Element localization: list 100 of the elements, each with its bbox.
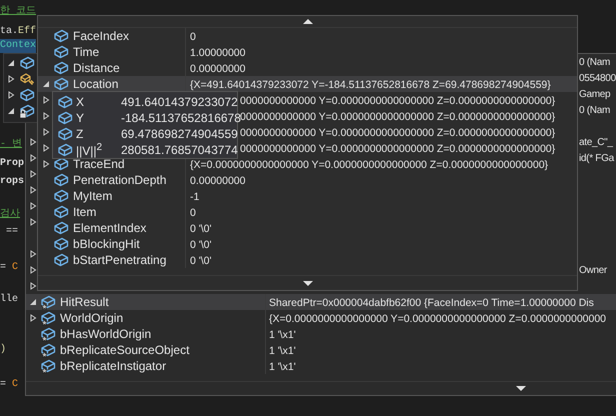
cube-icon bbox=[19, 55, 35, 71]
cube-icon bbox=[53, 44, 69, 60]
collapsed-icon[interactable] bbox=[29, 314, 37, 322]
value-text: id(* FGa bbox=[579, 152, 616, 164]
value-text: Owner bbox=[579, 264, 608, 276]
variable-row[interactable]: Time 1.00000000 bbox=[38, 44, 577, 60]
code-line: 한 코드 bbox=[0, 5, 36, 19]
variable-name: WorldOrigin bbox=[59, 311, 124, 325]
collapsed-icon[interactable] bbox=[42, 144, 50, 152]
variable-value: 0000000000000 Y=0.0000000000000000 Z=0.0000000000000000} bbox=[240, 143, 556, 155]
variable-name: ElementIndex bbox=[72, 221, 146, 235]
variable-row[interactable]: bStartPenetrating 0 '\0' bbox=[38, 252, 577, 268]
variable-row[interactable]: bReplicateInstigator 1 '\x1' bbox=[26, 358, 616, 374]
variable-value: 69.478698274904559 bbox=[121, 127, 238, 141]
cube-icon bbox=[53, 76, 69, 92]
code-line: = C bbox=[0, 261, 18, 275]
variable-row[interactable]: WorldOrigin {X=0.0000000000000000 Y=0.0000000000000000 Z=0.0000000000000 bbox=[26, 310, 616, 326]
code-line: - 변 bbox=[0, 138, 22, 152]
collapsed-icon[interactable] bbox=[29, 282, 37, 290]
variable-name: bStartPenetrating bbox=[72, 253, 166, 267]
cube-icon bbox=[53, 236, 69, 252]
cube-icon bbox=[19, 87, 35, 103]
collapsed-icon[interactable] bbox=[42, 96, 50, 104]
variable-name: Y bbox=[75, 111, 86, 125]
variable-value: 0 '\0' bbox=[190, 239, 212, 251]
variable-value: 1 '\x1' bbox=[269, 361, 296, 373]
variable-row[interactable]: bHasWorldOrigin 1 '\x1' bbox=[26, 326, 616, 342]
value-text: 0 (Nam bbox=[579, 56, 611, 68]
cube-icon bbox=[57, 110, 73, 126]
value-text: Gamep bbox=[579, 88, 612, 100]
code-line: rops bbox=[0, 175, 24, 189]
variable-value: 1 '\x1' bbox=[269, 329, 296, 341]
expanded-icon[interactable] bbox=[29, 298, 37, 306]
variable-value: 1 '\x1' bbox=[269, 345, 296, 357]
variable-name: HitResult bbox=[59, 295, 109, 309]
scroll-up-icon[interactable] bbox=[302, 18, 314, 25]
variable-row[interactable]: FaceIndex 0 bbox=[38, 28, 577, 44]
cube-lock-icon bbox=[19, 103, 35, 119]
variable-name: Item bbox=[72, 205, 96, 219]
scroll-down-icon[interactable] bbox=[302, 280, 314, 286]
cube-star-icon bbox=[40, 294, 56, 310]
collapsed-icon[interactable] bbox=[42, 160, 50, 168]
variable-row[interactable]: MyItem -1 bbox=[38, 188, 577, 204]
variable-value: 0 '\0' bbox=[190, 255, 212, 267]
cube-star-icon bbox=[40, 358, 56, 374]
value-text: 0 (Nam bbox=[579, 104, 611, 116]
variable-row[interactable]: bReplicateSourceObject 1 '\x1' bbox=[26, 342, 616, 358]
variable-row[interactable]: bBlockingHit 0 '\0' bbox=[38, 236, 577, 252]
collapsed-icon[interactable] bbox=[7, 91, 15, 99]
expanded-icon[interactable] bbox=[7, 59, 15, 67]
variable-name: TraceEnd bbox=[72, 157, 125, 171]
variable-name: FaceIndex bbox=[72, 29, 130, 43]
variable-value: 0000000000000 Y=0.0000000000000000 Z=0.0000000000000000} bbox=[240, 111, 556, 123]
collapsed-icon[interactable] bbox=[29, 218, 37, 226]
variable-value: 491.64014379233072 bbox=[121, 95, 238, 109]
code-line: ta.Eff bbox=[0, 25, 36, 39]
variable-name: Z bbox=[75, 127, 84, 141]
expanded-icon[interactable] bbox=[42, 80, 50, 88]
code-line: ) bbox=[0, 343, 6, 357]
cube-icon bbox=[57, 142, 73, 158]
variable-row[interactable]: ElementIndex 0 '\0' bbox=[38, 220, 577, 236]
collapsed-icon[interactable] bbox=[7, 75, 15, 83]
collapsed-icon[interactable] bbox=[29, 170, 37, 178]
collapsed-icon[interactable] bbox=[29, 202, 37, 210]
collapsed-icon[interactable] bbox=[29, 250, 37, 258]
cube-icon bbox=[53, 172, 69, 188]
cube-icon bbox=[53, 28, 69, 44]
variable-row[interactable]: X 491.64014379233072 bbox=[53, 94, 237, 110]
collapsed-icon[interactable] bbox=[29, 138, 37, 146]
variable-row[interactable]: Location {X=491.64014379233072 Y=-184.51137652816678 Z=69.478698274904559} bbox=[38, 76, 577, 92]
variable-value: -184.51137652816678 bbox=[121, 111, 241, 125]
cube-icon bbox=[53, 188, 69, 204]
cube-star-icon bbox=[40, 310, 56, 326]
variable-row[interactable]: ||V||$^{2}$ 280581.76857043774 bbox=[53, 142, 237, 158]
scroll-down-icon[interactable] bbox=[515, 385, 527, 392]
variable-name: X bbox=[75, 95, 86, 109]
variable-value: 0000000000000 Y=0.0000000000000000 Z=0.0000000000000000} bbox=[240, 95, 556, 107]
collapsed-icon[interactable] bbox=[29, 186, 37, 194]
variable-row[interactable]: HitResult SharedPtr=0x000004dabfb62f00 {FaceIndex=0 Time=1.00000000 Dis bbox=[26, 294, 616, 310]
collapsed-icon[interactable] bbox=[42, 112, 50, 120]
collapsed-icon[interactable] bbox=[42, 128, 50, 136]
code-line: Prop bbox=[0, 157, 24, 171]
variable-value: -1 bbox=[190, 191, 200, 203]
cube-icon bbox=[53, 204, 69, 220]
code-line: == bbox=[5, 225, 18, 239]
variable-value: 0 bbox=[190, 207, 196, 219]
variable-row[interactable]: PenetrationDepth 0.00000000 bbox=[38, 172, 577, 188]
value-text: 0554800 bbox=[579, 72, 616, 84]
variable-row[interactable]: Item 0 bbox=[38, 204, 577, 220]
cube-star-icon bbox=[40, 342, 56, 358]
collapsed-icon[interactable] bbox=[29, 154, 37, 162]
cube-icon bbox=[53, 252, 69, 268]
variable-value: 0000000000000 Y=0.0000000000000000 Z=0.0000000000000000} bbox=[240, 127, 556, 139]
collapsed-icon[interactable] bbox=[29, 266, 37, 274]
variable-name: Time bbox=[72, 45, 100, 59]
variable-row[interactable]: Z 69.478698274904559 bbox=[53, 126, 237, 142]
code-line: lle bbox=[0, 293, 18, 307]
expanded-icon[interactable] bbox=[7, 107, 15, 115]
cube-icon bbox=[57, 94, 73, 110]
variable-value: 0 bbox=[190, 31, 196, 43]
